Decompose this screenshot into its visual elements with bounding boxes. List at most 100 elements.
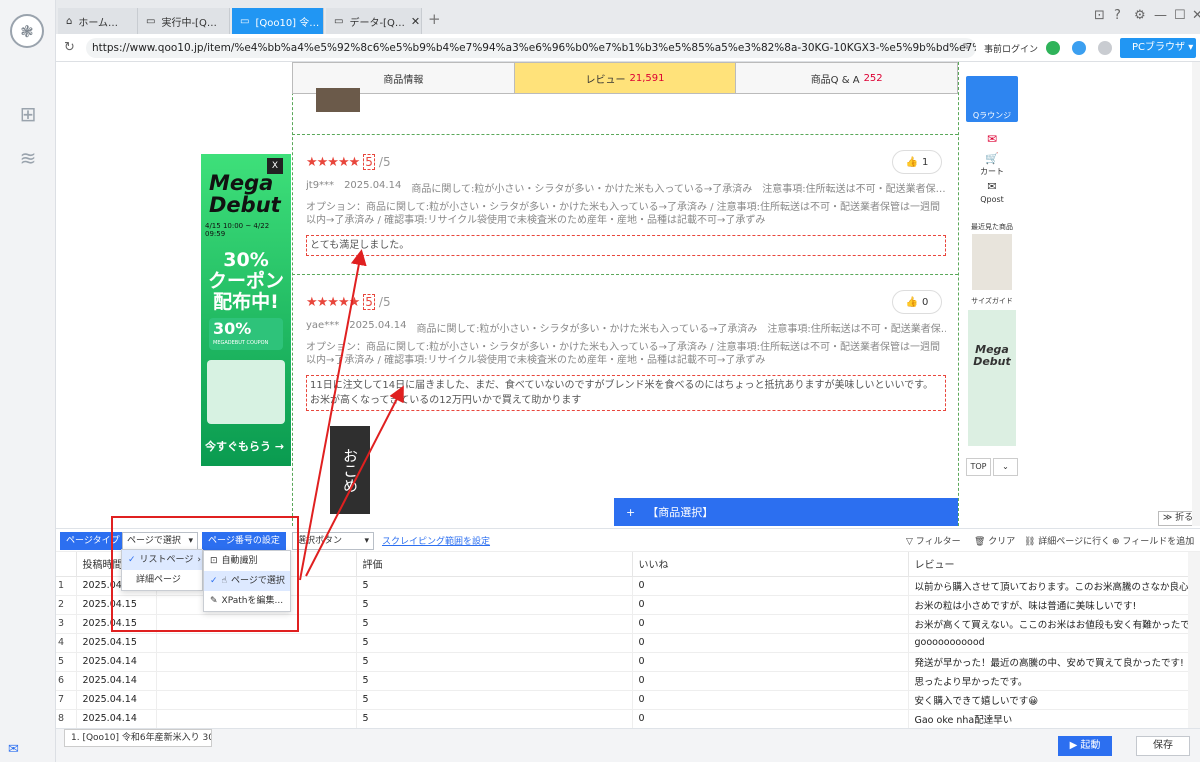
- save-button[interactable]: 保存: [1136, 736, 1190, 756]
- app-logo-icon[interactable]: ❃: [10, 14, 44, 48]
- tab-home[interactable]: ⌂ ホーム…: [58, 8, 138, 34]
- table-row[interactable]: 7 2025.04.14 5 0 安く購入できて嬉しいです😀: [56, 690, 1188, 710]
- tab-data[interactable]: ▭ データ-[Q… ✕: [326, 8, 422, 34]
- qa-count: 252: [863, 72, 883, 84]
- tab-reviews[interactable]: レビュー 21,591: [514, 63, 737, 93]
- review-photo[interactable]: おこめ: [330, 426, 370, 514]
- dropdown-value: 選択ボタン: [297, 536, 343, 546]
- table-cell: 発送が早かった！最近の高騰の中、安めで買えて良かったです!: [908, 652, 1188, 672]
- ad-headline: 30% クーポン 配布中!: [205, 250, 287, 313]
- scrape-range-link[interactable]: スクレイピング範囲を設定: [382, 534, 490, 547]
- review-notice: 注意事項:住所転送は不可・配送業者保…: [762, 184, 946, 195]
- url-input[interactable]: https://www.qoo10.jp/item/%e4%bb%a4%e5%9…: [86, 38, 976, 58]
- column-header[interactable]: 評価: [356, 552, 633, 577]
- tab-label: 商品情報: [383, 74, 424, 86]
- ad-banner[interactable]: X Mega Debut 4/15 10:00 ~ 4/22 09:59 30% ク…: [201, 154, 291, 466]
- table-row[interactable]: 5 2025.04.14 5 0 発送が早かった！最近の高騰の中、安めで買えて良かったで…: [56, 652, 1188, 672]
- add-tab-icon[interactable]: +: [428, 10, 441, 28]
- cart-label[interactable]: カート: [966, 166, 1018, 177]
- qpost-label[interactable]: Qpost: [966, 195, 1018, 204]
- pc-browser-select[interactable]: PCブラウザ ▾: [1120, 38, 1196, 58]
- grid-scrollbar[interactable]: [1188, 552, 1200, 728]
- size-guide-label[interactable]: サイズガイド: [966, 296, 1018, 306]
- pc-browser-label: PCブラウザ: [1132, 42, 1186, 53]
- select-button-dropdown[interactable]: 選択ボタン ▾: [292, 532, 374, 550]
- review-notice: 注意事項:住所転送は不可・配送業者保…: [767, 324, 946, 335]
- edit-url-icon[interactable]: ✎: [962, 42, 970, 53]
- select-product-bar[interactable]: + 【商品選択】: [614, 498, 958, 526]
- maximize-icon[interactable]: ☐: [1174, 8, 1186, 23]
- scroll-top-button[interactable]: TOP: [966, 458, 991, 476]
- tab-label: データ-[Q…: [349, 17, 405, 29]
- ad-title-line: Mega: [209, 171, 274, 195]
- table-cell: 0: [632, 576, 909, 596]
- ad-coupon-value: 30%: [213, 319, 252, 338]
- table-cell: gooooooooood: [908, 633, 1188, 653]
- start-button[interactable]: ▶ 起動: [1058, 736, 1112, 756]
- page-icon: ▭: [146, 15, 156, 27]
- table-row[interactable]: 4 2025.04.15 5 0 gooooooooood: [56, 633, 1188, 653]
- table-cell: 安く購入できて嬉しいです😀: [908, 690, 1188, 710]
- help-icon[interactable]: ?: [1114, 8, 1121, 23]
- cart-icon[interactable]: 🛒: [966, 152, 1018, 165]
- settings-icon[interactable]: ⚙: [1134, 8, 1146, 23]
- close-tab-icon[interactable]: ✕: [411, 15, 420, 28]
- mail-icon[interactable]: ✉: [8, 742, 19, 757]
- table-cell: 7: [56, 690, 77, 710]
- qpost-icon[interactable]: ✉: [966, 180, 1018, 193]
- minimize-icon[interactable]: —: [1154, 8, 1167, 23]
- like-button[interactable]: 👍 1: [892, 150, 942, 174]
- column-header[interactable]: いいね: [632, 552, 909, 577]
- banner-title: Debut: [973, 355, 1011, 368]
- table-cell: 5: [56, 652, 77, 672]
- extension-icon[interactable]: [1046, 41, 1060, 55]
- tab-qoo10[interactable]: ▭[Qoo10] 令…✕: [232, 8, 324, 34]
- layers-icon[interactable]: ≋: [16, 146, 40, 170]
- task-tab[interactable]: 1. [Qoo10] 令和6年産新米入り 30k…: [64, 729, 212, 747]
- prelogin-button[interactable]: 事前ログイン: [984, 42, 1038, 55]
- table-cell: 4: [56, 633, 77, 653]
- column-header[interactable]: レビュー: [908, 552, 1188, 577]
- clear-button[interactable]: 🗑 クリア: [974, 534, 1015, 547]
- page-scrollbar[interactable]: [1192, 62, 1200, 526]
- review-option: オプション：商品に関して:粒が小さい・シラタが多い・かけた米も入っている→了承済…: [306, 342, 941, 366]
- recent-item-image[interactable]: [972, 234, 1012, 290]
- review-date: 2025.04.14: [344, 180, 402, 191]
- close-window-icon[interactable]: ✕: [1192, 8, 1200, 23]
- fold-button[interactable]: ≫ 折る: [1158, 511, 1192, 526]
- review-text[interactable]: とても満足しました。: [306, 235, 946, 256]
- ad-cta[interactable]: 今すぐもらう →: [205, 438, 284, 454]
- table-cell: [156, 633, 357, 653]
- add-field-button[interactable]: ⊕ フィールドを追加: [1112, 534, 1194, 547]
- mega-debut-banner[interactable]: Mega Debut: [968, 310, 1016, 446]
- chevron-down-icon: ▾: [364, 536, 369, 546]
- table-cell: 2: [56, 595, 77, 615]
- table-row[interactable]: 6 2025.04.14 5 0 思ったより早かったです。: [56, 671, 1188, 691]
- like-button[interactable]: 👍 0: [892, 290, 942, 314]
- tab-label: ホーム…: [78, 17, 119, 29]
- detail-page-button[interactable]: ⛓ 詳細ページに行く: [1024, 534, 1110, 547]
- scroll-down-button[interactable]: ⌄: [993, 458, 1018, 476]
- coupon-icon[interactable]: ✉: [966, 132, 1018, 146]
- product-tabs: 商品情報 レビュー 21,591 商品Q & A 252: [292, 62, 958, 94]
- extension-icon[interactable]: [1072, 41, 1086, 55]
- review-item: ★★★★★ 5 /5 👍 0 yae*** 2025.04.14 商品に関して:粒…: [306, 290, 946, 411]
- table-cell: 5: [356, 671, 633, 691]
- ad-percent: 30%: [223, 249, 269, 271]
- gift-icon[interactable]: ⊡: [1094, 8, 1105, 23]
- qlounge-button[interactable]: Qラウンジ: [966, 76, 1018, 122]
- web-view: 商品情報 レビュー 21,591 商品Q & A 252 ★★★★★ 5 /5 👍 1…: [56, 62, 1192, 526]
- tab-qa[interactable]: 商品Q & A 252: [736, 63, 957, 93]
- new-task-icon[interactable]: ⊞: [16, 102, 40, 126]
- filter-button[interactable]: ▽ フィルター: [906, 534, 961, 547]
- tab-running[interactable]: ▭ 実行中-[Q…: [138, 8, 230, 34]
- table-cell: [156, 671, 357, 691]
- review-photo[interactable]: [316, 88, 360, 112]
- reload-icon[interactable]: ↻: [64, 40, 75, 55]
- table-row[interactable]: 8 2025.04.14 5 0 Gao oke nha配達早い: [56, 709, 1188, 728]
- profile-icon[interactable]: [1098, 41, 1112, 55]
- table-cell: お米の粒は小さめですが、味は普通に美味しいです!: [908, 595, 1188, 615]
- ad-title: Mega Debut: [209, 172, 281, 216]
- page-icon: ▭: [240, 15, 250, 27]
- review-text[interactable]: 11日に注文して14日に届きました、まだ、食べていないのですがブレンド米を食べる…: [306, 375, 946, 411]
